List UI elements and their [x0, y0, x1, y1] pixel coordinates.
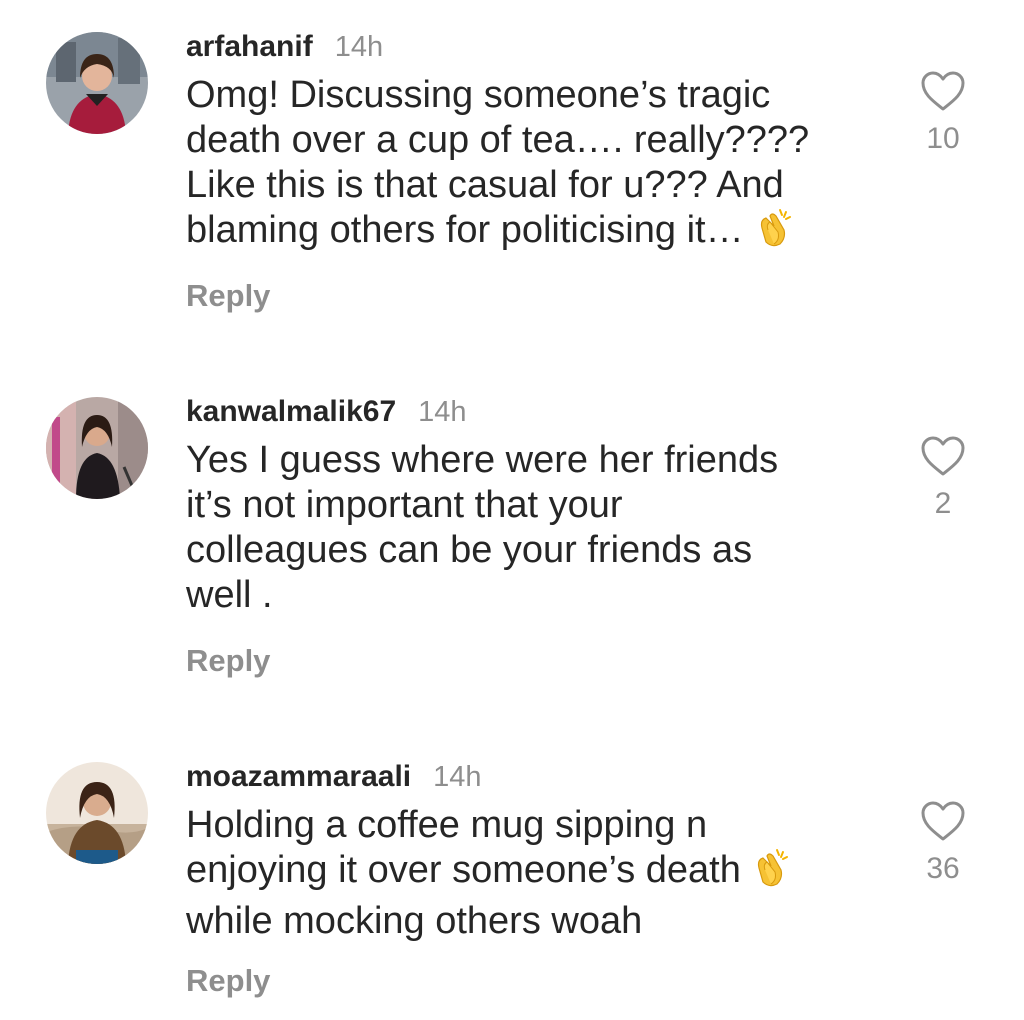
comment-line-with-emoji: enjoying it over someone’s death: [186, 848, 876, 899]
comment-text: Holding a coffee mug sipping n enjoying …: [186, 803, 876, 944]
comment-line: death over a cup of tea…. really????: [186, 119, 810, 161]
comment-text: Omg! Discussing someone’s tragic death o…: [186, 73, 876, 259]
comment-line: while mocking others woah: [186, 900, 643, 942]
heart-outline-icon[interactable]: [920, 70, 966, 112]
like-count: 2: [934, 487, 952, 520]
clapping-hands-emoji: [754, 208, 794, 259]
username[interactable]: arfahanif: [186, 30, 313, 64]
clapping-hands-emoji: [751, 848, 791, 899]
comment-line-with-emoji: blaming others for politicising it…: [186, 208, 876, 259]
comment-line: well .: [186, 574, 273, 616]
comment-line: Omg! Discussing someone’s tragic: [186, 74, 771, 116]
comment-line: Yes I guess where were her friends: [186, 439, 779, 481]
heart-outline-icon[interactable]: [920, 435, 966, 477]
comment-line: Like this is that casual for u??? And: [186, 164, 784, 206]
comment-header: arfahanif 14h: [186, 30, 383, 70]
heart-outline-icon[interactable]: [920, 800, 966, 842]
username[interactable]: moazammaraali: [186, 760, 411, 794]
comment-header: kanwalmalik67 14h: [186, 395, 467, 435]
timestamp: 14h: [334, 31, 384, 63]
like-control: 10: [913, 70, 973, 156]
comment-line: blaming others for politicising it…: [186, 209, 744, 251]
reply-button[interactable]: Reply: [186, 643, 270, 679]
comment-header: moazammaraali 14h: [186, 760, 482, 800]
avatar[interactable]: [46, 32, 148, 134]
reply-button[interactable]: Reply: [186, 278, 270, 314]
comment-line: colleagues can be your friends as: [186, 529, 753, 571]
like-count: 10: [926, 122, 960, 155]
reply-button[interactable]: Reply: [186, 963, 270, 999]
timestamp: 14h: [418, 396, 467, 428]
comment-line: Holding a coffee mug sipping n: [186, 804, 708, 846]
avatar[interactable]: [46, 762, 148, 864]
username[interactable]: kanwalmalik67: [186, 395, 396, 429]
avatar[interactable]: [46, 397, 148, 499]
comment-line: it’s not important that your: [186, 484, 623, 526]
comment-line: enjoying it over someone’s death: [186, 849, 741, 891]
like-control: 36: [913, 800, 973, 886]
like-count: 36: [926, 852, 960, 885]
comment-text: Yes I guess where were her friends it’s …: [186, 438, 876, 618]
timestamp: 14h: [433, 761, 482, 793]
like-control: 2: [913, 435, 973, 521]
